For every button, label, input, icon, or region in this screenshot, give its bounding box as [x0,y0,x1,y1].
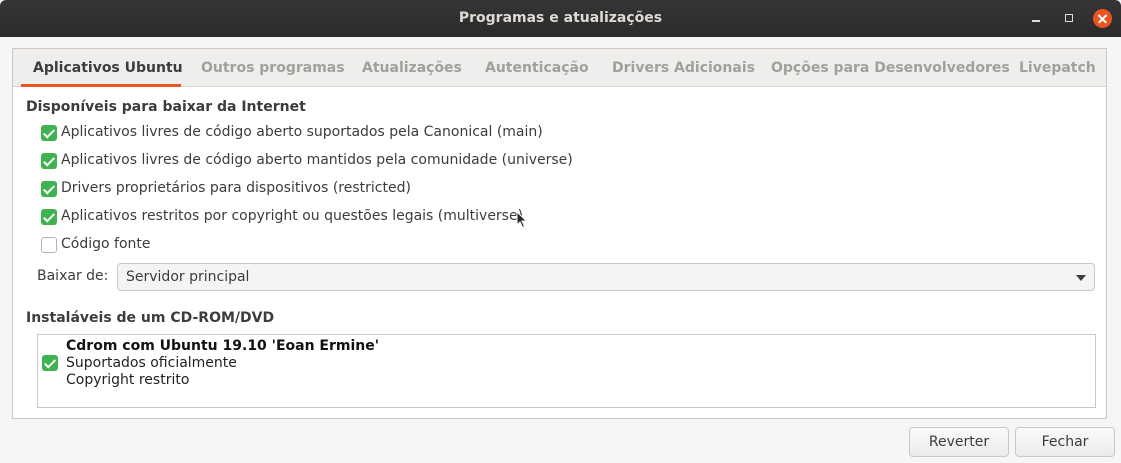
download-server-dropdown[interactable]: Servidor principal [117,263,1095,291]
window-title: Programas e atualizações [458,10,663,26]
tab-aplicativos-ubuntu[interactable]: Aplicativos Ubuntu [33,60,183,76]
checkbox-restricted[interactable] [41,181,57,197]
cdrom-section-title: Instaláveis de um CD-ROM/DVD [26,310,275,326]
checkbox-source-code[interactable] [41,237,57,253]
option-label-universe: Aplicativos livres de código aberto mant… [61,152,573,168]
checkbox-universe[interactable] [41,153,57,169]
tab-opcoes-desenvolvedores[interactable]: Opções para Desenvolvedores [771,60,1010,76]
close-icon[interactable] [1093,9,1112,28]
tab-livepatch[interactable]: Livepatch [1019,60,1096,76]
option-label-restricted: Drivers proprietários para dispositivos … [61,180,411,196]
download-from-label: Baixar de: [37,268,109,284]
cdrom-support: Suportados oficialmente [66,355,237,371]
chevron-down-icon [1076,275,1086,281]
option-label-multiverse: Aplicativos restritos por copyright ou q… [61,208,524,224]
tab-panel: Aplicativos Ubuntu Outros programas Atua… [12,48,1107,419]
internet-section-title: Disponíveis para baixar da Internet [26,99,306,115]
tab-bar: Aplicativos Ubuntu Outros programas Atua… [13,49,1106,87]
checkbox-multiverse[interactable] [41,209,57,225]
cdrom-list: Cdrom com Ubuntu 19.10 'Eoan Ermine' Sup… [37,334,1096,408]
cdrom-name: Cdrom com Ubuntu 19.10 'Eoan Ermine' [66,338,380,354]
minimize-icon[interactable] [1027,9,1045,27]
close-button[interactable]: Fechar [1015,427,1115,457]
maximize-icon[interactable] [1060,9,1078,27]
tab-outros-programas[interactable]: Outros programas [201,60,345,76]
title-bar: Programas e atualizações [0,0,1121,37]
tab-drivers-adicionais[interactable]: Drivers Adicionais [612,60,755,76]
tab-atualizacoes[interactable]: Atualizações [362,60,462,76]
tab-autenticacao[interactable]: Autenticação [485,60,589,76]
cdrom-copyright: Copyright restrito [66,372,190,388]
active-tab-indicator [21,84,181,87]
checkbox-cdrom[interactable] [42,355,58,371]
revert-button[interactable]: Reverter [909,427,1009,457]
mouse-cursor-icon [516,211,528,229]
checkbox-main[interactable] [41,125,57,141]
option-label-source-code: Código fonte [61,236,151,252]
option-label-main: Aplicativos livres de código aberto supo… [61,124,543,140]
download-server-value: Servidor principal [126,269,250,285]
